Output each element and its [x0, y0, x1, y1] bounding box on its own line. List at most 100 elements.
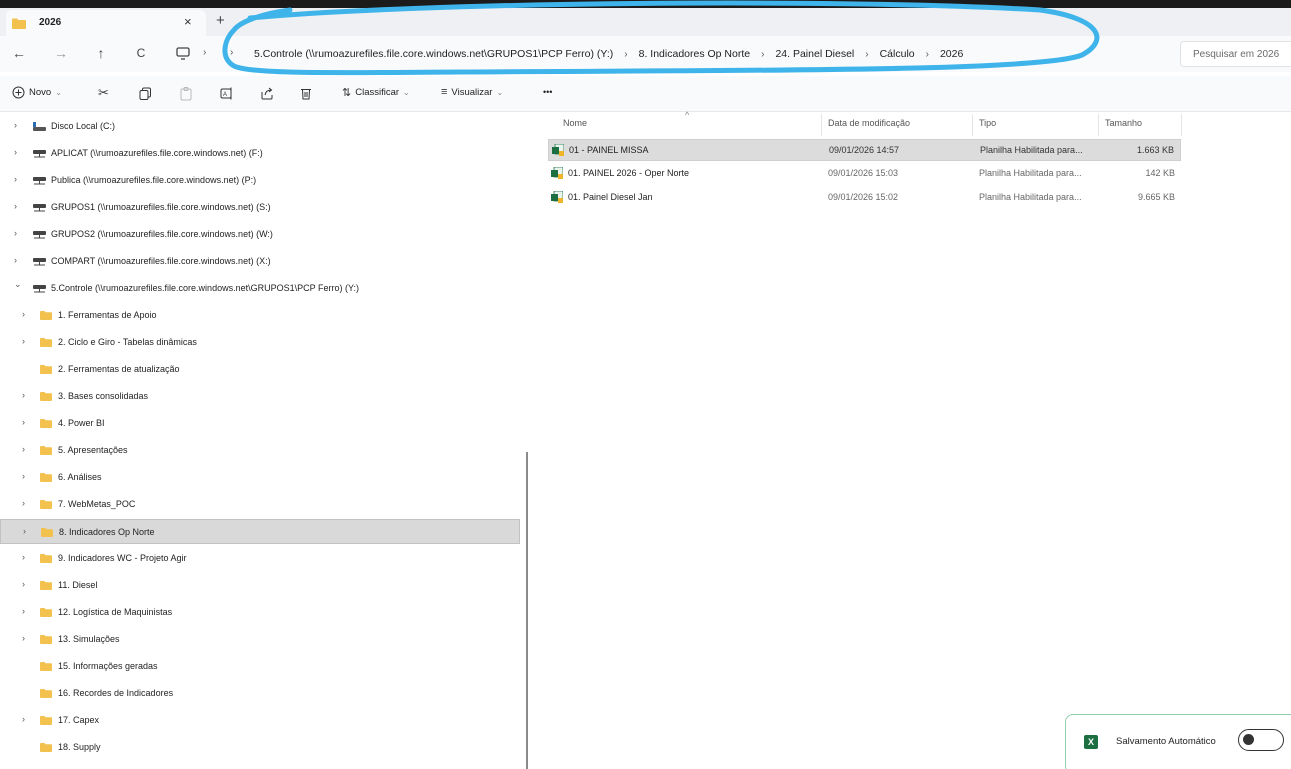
rename-icon[interactable]: A — [220, 87, 234, 100]
share-icon[interactable] — [260, 87, 274, 100]
tab-2026[interactable]: 2026 × — [6, 10, 206, 36]
tree-item[interactable]: 18. Supply — [0, 735, 520, 760]
cut-icon[interactable]: ✂ — [98, 85, 109, 101]
tree-item[interactable]: › 6. Análises — [0, 465, 520, 490]
command-bar: Novo ⌄ ✂ A ⇅ Classificar ⌄ ≡ Visualizar … — [0, 76, 1291, 112]
tree-item[interactable]: › 2. Ciclo e Giro - Tabelas dinâmicas — [0, 330, 520, 355]
chevron-right-icon[interactable]: › — [22, 471, 25, 481]
tree-item-label: 2. Ciclo e Giro - Tabelas dinâmicas — [58, 337, 197, 347]
chevron-right-icon[interactable]: › — [14, 120, 17, 130]
tab-strip: 2026 × + — [0, 8, 1291, 36]
chevron-right-icon[interactable]: › — [22, 309, 25, 319]
network-drive-icon — [33, 231, 46, 239]
chevron-right-icon[interactable]: › — [14, 174, 17, 184]
tree-item-label: 3. Bases consolidadas — [58, 391, 149, 401]
column-header-size[interactable]: Tamanho — [1105, 118, 1142, 128]
breadcrumb-item[interactable]: 5.Controle (\\rumoazurefiles.file.core.w… — [254, 48, 613, 60]
breadcrumb-item[interactable]: 8. Indicadores Op Norte — [639, 48, 750, 60]
autosave-toggle[interactable] — [1238, 729, 1284, 751]
column-divider[interactable] — [821, 114, 822, 136]
tree-item[interactable]: › 8. Indicadores Op Norte — [0, 519, 520, 544]
tree-item[interactable]: › 3. Bases consolidadas — [0, 384, 520, 409]
tree-item[interactable]: › 5. Apresentações — [0, 438, 520, 463]
chevron-right-icon[interactable]: › — [22, 336, 25, 346]
navigation-pane: › Disco Local (C:) › APLICAT (\\rumoazurefi… — [0, 112, 520, 769]
breadcrumb-item[interactable]: 24. Painel Diesel — [775, 48, 854, 60]
breadcrumb-item[interactable]: 2026 — [940, 48, 963, 60]
tree-item[interactable]: › 1. Ferramentas de Apoio — [0, 303, 520, 328]
chevron-right-icon[interactable]: › — [22, 498, 25, 508]
chevron-right-icon[interactable]: › — [14, 228, 17, 238]
chevron-right-icon[interactable]: › — [22, 606, 25, 616]
paste-icon[interactable] — [180, 87, 192, 101]
window-top-edge — [0, 0, 1291, 8]
column-header-name[interactable]: Nome — [563, 118, 587, 128]
chevron-right-icon[interactable]: › — [22, 714, 25, 724]
breadcrumb-item[interactable]: Cálculo — [880, 48, 915, 60]
chevron-right-icon[interactable]: › — [22, 417, 25, 427]
tree-item[interactable]: › COMPART (\\rumoazurefiles.file.core.win… — [0, 249, 520, 274]
tree-item[interactable]: › 4. Power BI — [0, 411, 520, 436]
file-type: Planilha Habilitada para... — [979, 168, 1082, 178]
chevron-right-icon[interactable]: › — [23, 526, 26, 536]
tree-item[interactable]: › GRUPOS1 (\\rumoazurefiles.file.core.win… — [0, 195, 520, 220]
chevron-right-icon[interactable]: › — [22, 579, 25, 589]
tree-item[interactable]: › 12. Logística de Maquinistas — [0, 600, 520, 625]
tree-item[interactable]: › 11. Diesel — [0, 573, 520, 598]
view-button[interactable]: ≡ Visualizar ⌄ — [441, 86, 503, 98]
new-button[interactable]: Novo ⌄ — [12, 86, 62, 99]
file-row[interactable]: 01. Painel Diesel Jan 09/01/2026 15:02 Pla… — [548, 187, 1181, 209]
delete-icon[interactable] — [300, 87, 312, 100]
tree-item[interactable]: › 17. Capex — [0, 708, 520, 733]
column-divider[interactable] — [1098, 114, 1099, 136]
tree-item-label: 13. Simulações — [58, 634, 120, 644]
file-row[interactable]: 01 - PAINEL MISSA 09/01/2026 14:57 Planilh… — [548, 139, 1181, 161]
tree-item[interactable]: › Disco Local (C:) — [0, 114, 520, 139]
monitor-icon[interactable] — [176, 47, 190, 60]
breadcrumb-separator-icon[interactable]: › — [761, 49, 764, 60]
new-tab-button[interactable]: + — [216, 12, 225, 29]
column-divider[interactable] — [972, 114, 973, 136]
sort-button[interactable]: ⇅ Classificar ⌄ — [342, 86, 410, 99]
chevron-right-icon[interactable]: › — [22, 390, 25, 400]
file-row[interactable]: 01. PAINEL 2026 - Oper Norte 09/01/2026 1… — [548, 163, 1181, 185]
breadcrumb-separator-icon[interactable]: › — [926, 49, 929, 60]
scrollbar-thumb[interactable] — [526, 452, 528, 769]
chevron-right-icon[interactable]: › — [230, 47, 233, 58]
tree-item-label: GRUPOS1 (\\rumoazurefiles.file.core.wind… — [51, 202, 271, 212]
breadcrumb-separator-icon[interactable]: › — [865, 49, 868, 60]
chevron-right-icon[interactable]: › — [14, 201, 17, 211]
chevron-right-icon[interactable]: › — [22, 633, 25, 643]
copy-icon[interactable] — [139, 87, 152, 100]
chevron-right-icon[interactable]: › — [22, 444, 25, 454]
tree-item[interactable]: 16. Recordes de Indicadores — [0, 681, 520, 706]
chevron-right-icon[interactable]: › — [22, 552, 25, 562]
back-button[interactable]: ← — [8, 42, 30, 64]
tree-item-label: 11. Diesel — [58, 580, 98, 590]
tree-item[interactable]: › GRUPOS2 (\\rumoazurefiles.file.core.win… — [0, 222, 520, 247]
tree-item[interactable]: › APLICAT (\\rumoazurefiles.file.core.win… — [0, 141, 520, 166]
tree-item[interactable]: 2. Ferramentas de atualização — [0, 357, 520, 382]
navigation-scrollbar[interactable] — [524, 112, 530, 769]
more-options-button[interactable]: ••• — [543, 87, 552, 97]
tree-item[interactable]: 15. Informações geradas — [0, 654, 520, 679]
column-header-type[interactable]: Tipo — [979, 118, 996, 128]
tree-item[interactable]: › Publica (\\rumoazurefiles.file.core.win… — [0, 168, 520, 193]
tree-item[interactable]: › 13. Simulações — [0, 627, 520, 652]
refresh-button[interactable]: C — [130, 42, 152, 64]
search-input[interactable]: Pesquisar em 2026 — [1180, 41, 1291, 67]
column-header-modified[interactable]: Data de modificação — [828, 118, 910, 128]
tree-item[interactable]: › 9. Indicadores WC - Projeto Agir — [0, 546, 520, 571]
up-button[interactable]: ↑ — [90, 42, 112, 64]
tree-item[interactable]: ⌄ 5.Controle (\\rumoazurefiles.file.core.… — [0, 276, 520, 301]
breadcrumb-separator-icon[interactable]: › — [624, 49, 627, 60]
chevron-right-icon[interactable]: › — [14, 147, 17, 157]
chevron-right-icon[interactable]: › — [14, 255, 17, 265]
tree-item-label: GRUPOS2 (\\rumoazurefiles.file.core.wind… — [51, 229, 273, 239]
forward-button[interactable]: → — [50, 42, 72, 64]
column-divider[interactable] — [1181, 114, 1182, 136]
tree-item[interactable]: › 7. WebMetas_POC — [0, 492, 520, 517]
chevron-right-icon[interactable]: › — [203, 47, 206, 58]
chevron-down-icon[interactable]: ⌄ — [14, 279, 22, 290]
close-tab-icon[interactable]: × — [184, 14, 192, 29]
